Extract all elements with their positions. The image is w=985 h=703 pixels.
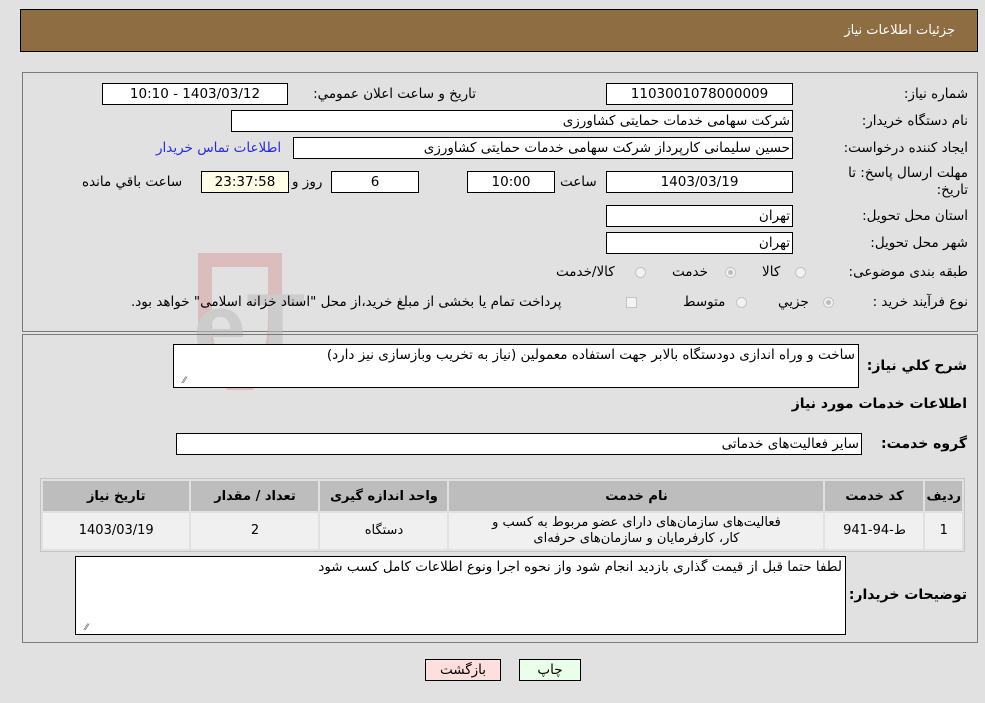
remaining-label: ساعت باقي مانده <box>82 174 183 190</box>
province-label: استان محل تحویل: <box>862 208 968 224</box>
process-radio-minor[interactable] <box>823 297 834 308</box>
services-heading: اطلاعات خدمات مورد نیاز <box>791 396 967 412</box>
deadline-time-field: 10:00 <box>467 171 555 193</box>
city-label: شهر محل تحویل: <box>870 235 968 251</box>
summary-text: ساخت و وراه اندازی دودستگاه بالابر جهت ا… <box>326 347 855 363</box>
cell-need-date: 1403/03/19 <box>43 513 190 549</box>
remaining-time-field: 23:37:58 <box>201 171 289 193</box>
creator-field: حسین سلیمانی کارپرداز شرکت سهامی خدمات ح… <box>293 137 793 159</box>
cell-unit: دستگاه <box>320 513 448 549</box>
resize-grip-icon[interactable]: ⁄⁄ <box>78 623 88 633</box>
cell-service-code: ط-94-941 <box>825 513 924 549</box>
process-option-medium: متوسط <box>683 294 726 310</box>
services-table: ردیف کد خدمت نام خدمت واحد اندازه گیری ت… <box>40 478 965 552</box>
deadline-label: مهلت ارسال پاسخ: تا تاریخ: <box>848 165 968 198</box>
need-number-label: شماره نیاز: <box>903 86 968 102</box>
city-field: تهران <box>606 232 793 254</box>
days-label: روز و <box>292 174 323 190</box>
service-group-label: گروه خدمت: <box>881 436 967 452</box>
page-header: جزئیات اطلاعات نیاز <box>20 9 978 52</box>
process-option-minor: جزيي <box>778 294 809 310</box>
resize-grip-icon[interactable]: ⁄⁄ <box>176 376 186 386</box>
print-button[interactable]: چاپ <box>519 659 581 681</box>
col-row: ردیف <box>925 481 962 511</box>
category-option-goods-service: کالا/خدمت <box>556 264 615 280</box>
buyer-contact-link[interactable]: اطلاعات تماس خریدار <box>156 140 281 156</box>
deadline-time-label: ساعت <box>560 174 597 190</box>
buyer-org-field: شرکت سهامی خدمات حمایتی کشاورزی <box>231 110 793 132</box>
category-radio-goods-service[interactable] <box>635 267 646 278</box>
service-group-field: سایر فعالیت‌های خدماتی <box>176 433 862 455</box>
cell-quantity: 2 <box>191 513 319 549</box>
category-label: طبقه بندی موضوعی: <box>848 264 968 280</box>
cell-row: 1 <box>925 513 962 549</box>
province-field: تهران <box>606 205 793 227</box>
col-unit: واحد اندازه گیری <box>320 481 448 511</box>
col-service-name: نام خدمت <box>449 481 824 511</box>
category-radio-service[interactable] <box>725 267 736 278</box>
remaining-days-field: 6 <box>331 171 419 193</box>
announce-datetime-field: 1403/03/12 - 10:10 <box>102 83 288 105</box>
col-quantity: تعداد / مقدار <box>191 481 319 511</box>
need-number-field: 1103001078000009 <box>606 83 793 105</box>
table-header-row: ردیف کد خدمت نام خدمت واحد اندازه گیری ت… <box>43 481 962 511</box>
process-radio-medium[interactable] <box>736 297 747 308</box>
buyer-notes-label: توضیحات خریدار: <box>848 587 967 603</box>
col-need-date: تاریخ نیاز <box>43 481 190 511</box>
summary-textarea[interactable]: ساخت و وراه اندازی دودستگاه بالابر جهت ا… <box>173 344 859 388</box>
col-service-code: کد خدمت <box>825 481 924 511</box>
creator-label: ایجاد کننده درخواست: <box>843 140 968 156</box>
table-row: 1 ط-94-941 فعالیت‌های سازمان‌های دارای ع… <box>43 513 962 549</box>
deadline-date-field: 1403/03/19 <box>606 171 793 193</box>
summary-label: شرح کلي نیاز: <box>866 358 967 374</box>
cell-service-name: فعالیت‌های سازمان‌های دارای عضو مربوط به… <box>449 513 824 549</box>
buyer-org-label: نام دستگاه خریدار: <box>861 113 968 129</box>
category-option-goods: کالا <box>762 264 781 280</box>
page-title: جزئیات اطلاعات نیاز <box>844 23 955 38</box>
back-button[interactable]: بازگشت <box>425 659 501 681</box>
category-option-service: خدمت <box>672 264 708 280</box>
announce-label: تاریخ و ساعت اعلان عمومي: <box>313 86 476 102</box>
buyer-notes-textarea[interactable]: لطفا حتما قبل از قیمت گذاری بازدید انجام… <box>75 556 846 635</box>
category-radio-goods[interactable] <box>795 267 806 278</box>
buyer-notes-text: لطفا حتما قبل از قیمت گذاری بازدید انجام… <box>318 559 842 575</box>
process-label: نوع فرآیند خرید : <box>872 294 968 310</box>
treasury-checkbox[interactable] <box>626 297 637 308</box>
treasury-note: پرداخت تمام یا بخشی از مبلغ خرید،از محل … <box>131 294 562 310</box>
